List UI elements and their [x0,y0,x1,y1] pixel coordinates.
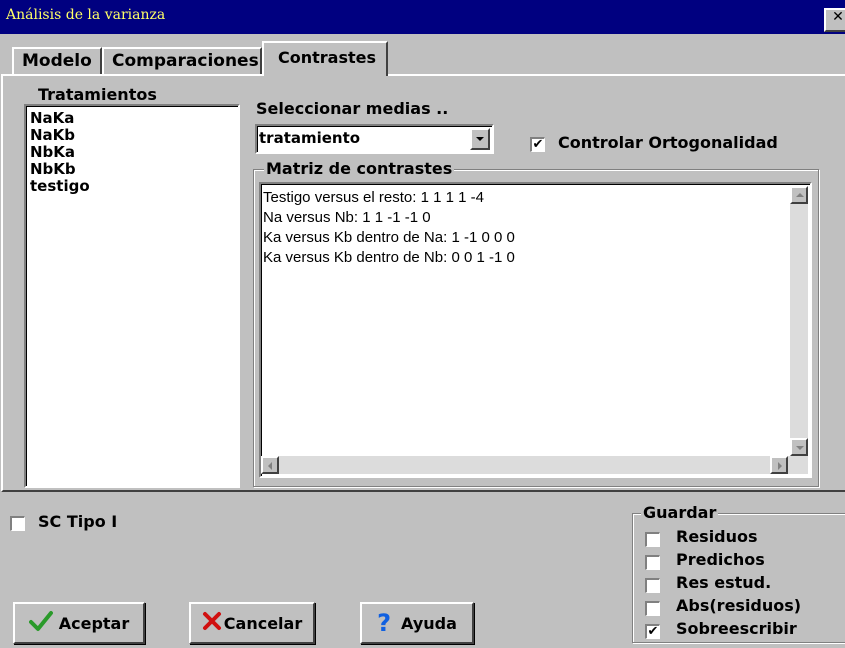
window-title: Análisis de la varianza [6,7,166,23]
cancelar-button[interactable]: Cancelar [189,602,315,644]
abs-residuos-checkbox[interactable] [645,601,660,616]
tab-contrastes-label: Contrastes [278,48,377,67]
aceptar-label: Aceptar [58,613,130,633]
close-button[interactable]: ✕ [824,8,845,32]
residuos-label[interactable]: Residuos [676,527,758,546]
seleccionar-value: tratamiento [259,129,361,147]
list-item[interactable]: NbKa [26,144,238,161]
tratamientos-list[interactable]: NaKa NaKb NbKa NbKb testigo [24,104,240,488]
contrast-line: Ka versus Kb dentro de Nb: 0 0 1 -1 0 [263,249,515,266]
contrast-line: Ka versus Kb dentro de Na: 1 -1 0 0 0 [263,229,515,246]
controlar-ortogonalidad-label[interactable]: Controlar Ortogonalidad [558,133,778,152]
horizontal-scrollbar[interactable] [261,456,808,474]
sc-tipo-label[interactable]: SC Tipo I [38,512,117,531]
predichos-label[interactable]: Predichos [676,550,765,569]
tratamientos-label: Tratamientos [38,85,157,104]
matriz-label: Matriz de contrastes [264,159,455,178]
aceptar-button[interactable]: Aceptar [13,602,145,644]
seleccionar-label: Seleccionar medias .. [256,99,449,118]
tab-modelo[interactable]: Modelo [12,47,102,75]
scroll-up-button[interactable] [790,186,808,204]
vertical-scrollbar[interactable] [790,186,808,456]
contrast-line: Testigo versus el resto: 1 1 1 1 -4 [263,189,484,206]
scroll-down-button[interactable] [790,438,808,456]
cancelar-label: Cancelar [223,613,303,633]
help-icon: ? [377,609,392,637]
list-item[interactable]: testigo [26,178,238,195]
sc-tipo-checkbox[interactable] [10,516,25,531]
ayuda-label: Ayuda [401,613,457,633]
residuos-checkbox[interactable] [645,532,660,547]
contrast-line: Na versus Nb: 1 1 -1 -1 0 [263,209,431,226]
ayuda-button[interactable]: ? Ayuda [360,602,474,644]
guardar-label: Guardar [641,503,719,522]
chevron-down-icon [476,137,484,141]
scroll-left-button[interactable] [261,456,279,474]
scroll-right-button[interactable] [770,456,788,474]
res-estud-checkbox[interactable] [645,578,660,593]
tab-contrastes[interactable]: Contrastes [262,41,388,76]
seleccionar-select[interactable]: tratamiento [255,124,494,154]
abs-residuos-label[interactable]: Abs(residuos) [676,596,801,615]
dropdown-button[interactable] [470,128,490,150]
list-item[interactable]: NaKb [26,127,238,144]
title-bar: Análisis de la varianza ✕ [0,0,845,34]
tab-comparaciones-label: Comparaciones [112,51,259,71]
arrow-down-icon [796,446,804,450]
list-item[interactable]: NaKa [26,110,238,127]
tab-modelo-label: Modelo [22,51,92,71]
controlar-ortogonalidad-checkbox[interactable]: ✔ [530,137,545,152]
predichos-checkbox[interactable] [645,555,660,570]
checkmark-icon [28,610,53,636]
sobreescribir-checkbox[interactable]: ✔ [645,624,660,639]
sobreescribir-label[interactable]: Sobreescribir [676,619,797,638]
arrow-right-icon [778,462,782,470]
res-estud-label[interactable]: Res estud. [676,573,771,592]
cancel-x-icon [202,611,222,635]
close-icon: ✕ [832,9,844,25]
arrow-left-icon [268,462,272,470]
matriz-textarea[interactable]: Testigo versus el resto: 1 1 1 1 -4 Na v… [259,182,812,478]
arrow-up-icon [796,193,804,197]
tab-comparaciones[interactable]: Comparaciones [102,47,262,75]
list-item[interactable]: NbKb [26,161,238,178]
